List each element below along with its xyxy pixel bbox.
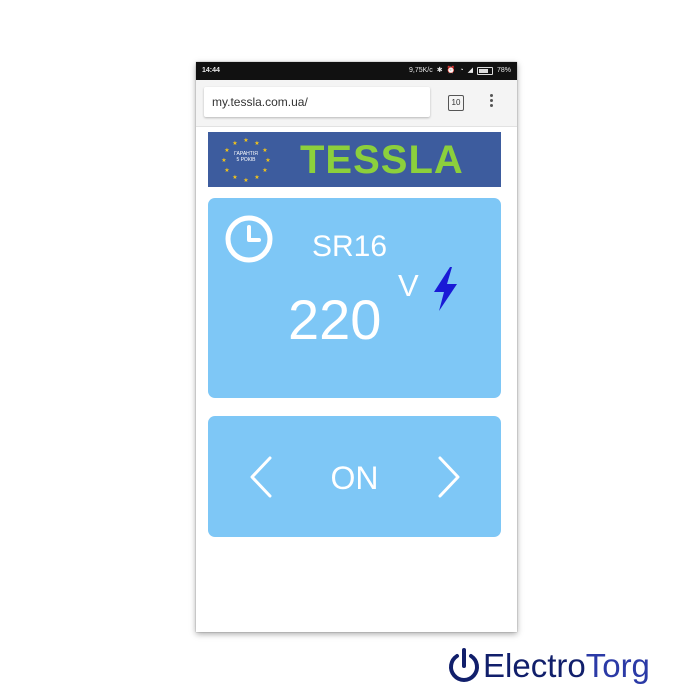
svg-text:★: ★ xyxy=(254,174,259,181)
browser-toolbar: my.tessla.com.ua/ 10 xyxy=(196,80,517,127)
tab-switcher-button[interactable]: 10 xyxy=(448,95,464,111)
watermark-part1: Electro xyxy=(483,647,586,684)
menu-dot xyxy=(489,104,493,107)
battery-icon xyxy=(476,67,493,75)
device-status-card: SR16 220 V xyxy=(208,198,501,398)
wifi-icon: ◔ xyxy=(459,67,464,74)
svg-text:★: ★ xyxy=(232,174,237,181)
device-name: SR16 xyxy=(312,230,388,263)
menu-dot xyxy=(489,94,493,97)
brand-logo: TESSLA xyxy=(300,138,464,182)
bluetooth-icon: ✱ xyxy=(436,67,443,74)
guarantee-line: 5 РОКІВ xyxy=(236,157,256,163)
svg-text:★: ★ xyxy=(224,167,229,174)
svg-text:★: ★ xyxy=(243,137,248,144)
battery-percent: 78% xyxy=(496,67,511,74)
menu-button[interactable] xyxy=(488,92,494,112)
clock-icon[interactable] xyxy=(224,214,274,264)
electrotorg-watermark: Electro Torg xyxy=(447,645,650,687)
mode-selector-card: ON xyxy=(208,416,501,537)
menu-dot xyxy=(489,99,493,102)
battery-fill xyxy=(478,69,489,73)
alarm-icon: ⏰ xyxy=(446,67,456,74)
network-speed: 9,75K/c xyxy=(409,67,433,74)
status-bar: 14:44 9,75K/c ✱ ⏰ ◔ ◢ 78% xyxy=(196,62,517,80)
status-time: 14:44 xyxy=(202,67,220,74)
address-bar[interactable]: my.tessla.com.ua/ xyxy=(204,87,430,117)
status-icons: 9,75K/c ✱ ⏰ ◔ ◢ 78% xyxy=(409,62,511,80)
signal-icon: ◢ xyxy=(467,67,473,74)
watermark-part2: Torg xyxy=(585,647,650,684)
svg-text:★: ★ xyxy=(243,177,248,184)
lightning-bolt-icon xyxy=(434,267,457,311)
svg-text:★: ★ xyxy=(262,167,267,174)
guarantee-text: ГАРАНТІЯ 5 РОКІВ xyxy=(222,151,270,163)
tessla-banner[interactable]: ★ ★ ★ ★ ★ ★ ★ ★ ★ ★ ★ ★ ГАРАНТІЯ 5 РОКІВ… xyxy=(208,132,501,187)
chevron-right-icon[interactable] xyxy=(434,452,464,502)
phone-screen: 14:44 9,75K/c ✱ ⏰ ◔ ◢ 78% my.tessla.com.… xyxy=(196,62,517,632)
svg-text:★: ★ xyxy=(232,140,237,147)
svg-text:★: ★ xyxy=(254,140,259,147)
voltage-unit: V xyxy=(398,268,419,303)
power-icon xyxy=(449,648,479,682)
voltage-value: 220 xyxy=(288,288,382,351)
